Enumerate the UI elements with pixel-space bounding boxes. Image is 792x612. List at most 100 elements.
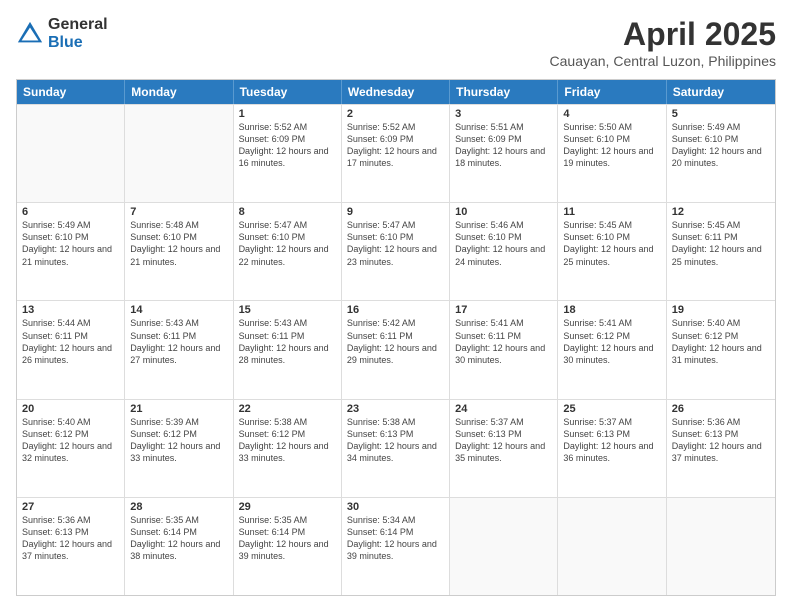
cell-info: Sunrise: 5:35 AMSunset: 6:14 PMDaylight:… xyxy=(130,514,227,563)
calendar-cell: 9Sunrise: 5:47 AMSunset: 6:10 PMDaylight… xyxy=(342,203,450,300)
calendar-header-day: Sunday xyxy=(17,80,125,104)
calendar-cell: 2Sunrise: 5:52 AMSunset: 6:09 PMDaylight… xyxy=(342,105,450,202)
cell-info: Sunrise: 5:41 AMSunset: 6:11 PMDaylight:… xyxy=(455,317,552,366)
day-number: 30 xyxy=(347,501,444,513)
calendar-cell: 21Sunrise: 5:39 AMSunset: 6:12 PMDayligh… xyxy=(125,400,233,497)
day-number: 18 xyxy=(563,304,660,316)
cell-info: Sunrise: 5:46 AMSunset: 6:10 PMDaylight:… xyxy=(455,219,552,268)
calendar-cell: 22Sunrise: 5:38 AMSunset: 6:12 PMDayligh… xyxy=(234,400,342,497)
calendar-header-day: Saturday xyxy=(667,80,775,104)
day-number: 1 xyxy=(239,108,336,120)
day-number: 12 xyxy=(672,206,770,218)
logo-text: General Blue xyxy=(48,16,108,51)
page: General Blue April 2025 Cauayan, Central… xyxy=(0,0,792,612)
calendar-cell: 10Sunrise: 5:46 AMSunset: 6:10 PMDayligh… xyxy=(450,203,558,300)
day-number: 21 xyxy=(130,403,227,415)
day-number: 17 xyxy=(455,304,552,316)
calendar-cell: 11Sunrise: 5:45 AMSunset: 6:10 PMDayligh… xyxy=(558,203,666,300)
day-number: 3 xyxy=(455,108,552,120)
calendar-row: 1Sunrise: 5:52 AMSunset: 6:09 PMDaylight… xyxy=(17,104,775,202)
day-number: 8 xyxy=(239,206,336,218)
calendar-row: 27Sunrise: 5:36 AMSunset: 6:13 PMDayligh… xyxy=(17,497,775,595)
logo-blue: Blue xyxy=(48,34,108,52)
location: Cauayan, Central Luzon, Philippines xyxy=(550,53,776,69)
cell-info: Sunrise: 5:40 AMSunset: 6:12 PMDaylight:… xyxy=(22,416,119,465)
cell-info: Sunrise: 5:37 AMSunset: 6:13 PMDaylight:… xyxy=(563,416,660,465)
cell-info: Sunrise: 5:49 AMSunset: 6:10 PMDaylight:… xyxy=(22,219,119,268)
cell-info: Sunrise: 5:43 AMSunset: 6:11 PMDaylight:… xyxy=(239,317,336,366)
calendar-row: 6Sunrise: 5:49 AMSunset: 6:10 PMDaylight… xyxy=(17,202,775,300)
calendar-cell: 8Sunrise: 5:47 AMSunset: 6:10 PMDaylight… xyxy=(234,203,342,300)
calendar-cell: 1Sunrise: 5:52 AMSunset: 6:09 PMDaylight… xyxy=(234,105,342,202)
calendar-cell: 27Sunrise: 5:36 AMSunset: 6:13 PMDayligh… xyxy=(17,498,125,595)
title-section: April 2025 Cauayan, Central Luzon, Phili… xyxy=(550,16,776,69)
calendar-cell xyxy=(558,498,666,595)
day-number: 19 xyxy=(672,304,770,316)
cell-info: Sunrise: 5:36 AMSunset: 6:13 PMDaylight:… xyxy=(672,416,770,465)
day-number: 27 xyxy=(22,501,119,513)
cell-info: Sunrise: 5:45 AMSunset: 6:11 PMDaylight:… xyxy=(672,219,770,268)
calendar-row: 20Sunrise: 5:40 AMSunset: 6:12 PMDayligh… xyxy=(17,399,775,497)
logo-general: General xyxy=(48,16,108,34)
calendar-header-day: Thursday xyxy=(450,80,558,104)
calendar-cell: 28Sunrise: 5:35 AMSunset: 6:14 PMDayligh… xyxy=(125,498,233,595)
day-number: 15 xyxy=(239,304,336,316)
calendar-header-day: Tuesday xyxy=(234,80,342,104)
cell-info: Sunrise: 5:39 AMSunset: 6:12 PMDaylight:… xyxy=(130,416,227,465)
day-number: 20 xyxy=(22,403,119,415)
calendar-cell: 12Sunrise: 5:45 AMSunset: 6:11 PMDayligh… xyxy=(667,203,775,300)
day-number: 13 xyxy=(22,304,119,316)
calendar-cell: 4Sunrise: 5:50 AMSunset: 6:10 PMDaylight… xyxy=(558,105,666,202)
day-number: 24 xyxy=(455,403,552,415)
cell-info: Sunrise: 5:38 AMSunset: 6:13 PMDaylight:… xyxy=(347,416,444,465)
day-number: 23 xyxy=(347,403,444,415)
calendar-cell: 24Sunrise: 5:37 AMSunset: 6:13 PMDayligh… xyxy=(450,400,558,497)
day-number: 28 xyxy=(130,501,227,513)
calendar-cell: 7Sunrise: 5:48 AMSunset: 6:10 PMDaylight… xyxy=(125,203,233,300)
cell-info: Sunrise: 5:52 AMSunset: 6:09 PMDaylight:… xyxy=(239,121,336,170)
calendar-header-day: Monday xyxy=(125,80,233,104)
day-number: 9 xyxy=(347,206,444,218)
logo: General Blue xyxy=(16,16,108,51)
day-number: 7 xyxy=(130,206,227,218)
calendar-header-day: Wednesday xyxy=(342,80,450,104)
cell-info: Sunrise: 5:36 AMSunset: 6:13 PMDaylight:… xyxy=(22,514,119,563)
logo-icon xyxy=(16,20,44,48)
calendar-cell: 3Sunrise: 5:51 AMSunset: 6:09 PMDaylight… xyxy=(450,105,558,202)
cell-info: Sunrise: 5:40 AMSunset: 6:12 PMDaylight:… xyxy=(672,317,770,366)
calendar: SundayMondayTuesdayWednesdayThursdayFrid… xyxy=(16,79,776,596)
cell-info: Sunrise: 5:38 AMSunset: 6:12 PMDaylight:… xyxy=(239,416,336,465)
day-number: 11 xyxy=(563,206,660,218)
calendar-header-day: Friday xyxy=(558,80,666,104)
cell-info: Sunrise: 5:43 AMSunset: 6:11 PMDaylight:… xyxy=(130,317,227,366)
calendar-cell: 25Sunrise: 5:37 AMSunset: 6:13 PMDayligh… xyxy=(558,400,666,497)
day-number: 2 xyxy=(347,108,444,120)
cell-info: Sunrise: 5:50 AMSunset: 6:10 PMDaylight:… xyxy=(563,121,660,170)
calendar-cell: 30Sunrise: 5:34 AMSunset: 6:14 PMDayligh… xyxy=(342,498,450,595)
calendar-cell: 14Sunrise: 5:43 AMSunset: 6:11 PMDayligh… xyxy=(125,301,233,398)
day-number: 26 xyxy=(672,403,770,415)
cell-info: Sunrise: 5:35 AMSunset: 6:14 PMDaylight:… xyxy=(239,514,336,563)
calendar-cell: 23Sunrise: 5:38 AMSunset: 6:13 PMDayligh… xyxy=(342,400,450,497)
cell-info: Sunrise: 5:41 AMSunset: 6:12 PMDaylight:… xyxy=(563,317,660,366)
cell-info: Sunrise: 5:44 AMSunset: 6:11 PMDaylight:… xyxy=(22,317,119,366)
day-number: 22 xyxy=(239,403,336,415)
calendar-row: 13Sunrise: 5:44 AMSunset: 6:11 PMDayligh… xyxy=(17,300,775,398)
calendar-cell xyxy=(17,105,125,202)
cell-info: Sunrise: 5:47 AMSunset: 6:10 PMDaylight:… xyxy=(239,219,336,268)
calendar-header: SundayMondayTuesdayWednesdayThursdayFrid… xyxy=(17,80,775,104)
calendar-cell xyxy=(667,498,775,595)
cell-info: Sunrise: 5:48 AMSunset: 6:10 PMDaylight:… xyxy=(130,219,227,268)
day-number: 14 xyxy=(130,304,227,316)
day-number: 5 xyxy=(672,108,770,120)
calendar-cell: 20Sunrise: 5:40 AMSunset: 6:12 PMDayligh… xyxy=(17,400,125,497)
day-number: 16 xyxy=(347,304,444,316)
calendar-cell: 16Sunrise: 5:42 AMSunset: 6:11 PMDayligh… xyxy=(342,301,450,398)
calendar-cell: 6Sunrise: 5:49 AMSunset: 6:10 PMDaylight… xyxy=(17,203,125,300)
day-number: 10 xyxy=(455,206,552,218)
calendar-cell: 19Sunrise: 5:40 AMSunset: 6:12 PMDayligh… xyxy=(667,301,775,398)
month-title: April 2025 xyxy=(550,16,776,53)
calendar-cell: 29Sunrise: 5:35 AMSunset: 6:14 PMDayligh… xyxy=(234,498,342,595)
calendar-cell: 5Sunrise: 5:49 AMSunset: 6:10 PMDaylight… xyxy=(667,105,775,202)
day-number: 29 xyxy=(239,501,336,513)
